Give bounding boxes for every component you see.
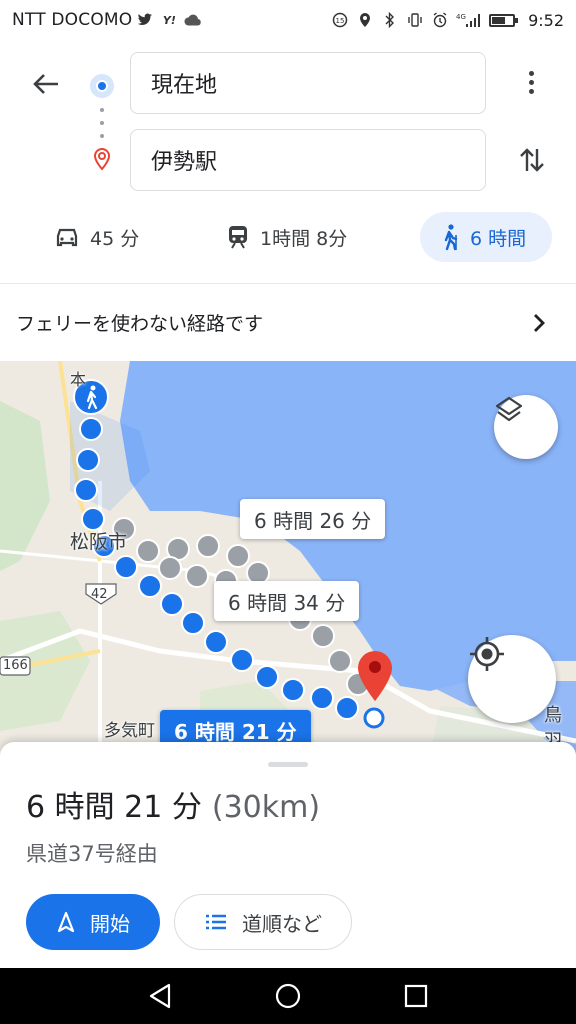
mode-car[interactable]: 45 分: [54, 212, 139, 262]
directions-header: 現在地 伊勢駅 45 分 1時間 8分 6 時間: [0, 40, 576, 285]
more-options-button[interactable]: [516, 62, 546, 102]
twitter-icon: [136, 12, 154, 28]
circle-home-icon: [275, 983, 301, 1009]
location-icon: [356, 12, 374, 28]
map-view[interactable]: 本 松阪市 42 166 多気町 鳥羽 6 時間 26 分 6 時間 34 分 …: [0, 361, 576, 756]
destination-pin-icon: [90, 146, 114, 174]
vibrate-icon: [406, 12, 424, 28]
travel-modes: 45 分 1時間 8分 6 時間: [0, 210, 576, 264]
steps-button-label: 道順など: [242, 911, 322, 936]
start-button[interactable]: 開始: [26, 894, 160, 950]
square-recents-icon: [404, 984, 428, 1008]
route-tag-primary-label: 6 時間 21 分: [174, 719, 297, 744]
route-summary-sheet[interactable]: 6 時間 21 分 (30km) 県道37号経由 開始 道順など: [0, 742, 576, 968]
destination-input[interactable]: 伊勢駅: [130, 129, 486, 191]
map-label-taki: 多気町: [104, 721, 155, 741]
list-icon: [206, 914, 226, 930]
route-duration: 6 時間 21 分 (30km): [26, 782, 320, 826]
route-notice-text: フェリーを使わない経路です: [16, 313, 264, 335]
arrow-back-icon: [33, 74, 58, 94]
route-tag-alt2-label: 6 時間 34 分: [228, 590, 346, 615]
cloud-icon: [184, 12, 202, 28]
mode-car-label: 45 分: [90, 227, 140, 250]
nav-back-button[interactable]: [144, 980, 176, 1012]
system-navigation-bar: [0, 968, 576, 1024]
data-saver-icon: 15: [331, 12, 349, 28]
carrier-name: NTT DOCOMO: [12, 10, 133, 30]
train-icon: [229, 226, 247, 249]
mode-walk-label: 6 時間: [470, 227, 527, 250]
duration-text: 6 時間 21 分: [26, 790, 202, 825]
origin-input[interactable]: 現在地: [130, 52, 486, 114]
sheet-drag-handle[interactable]: [268, 762, 308, 767]
svg-text:15: 15: [336, 17, 345, 25]
car-icon: [56, 228, 78, 247]
swap-vertical-icon: [520, 148, 544, 172]
layers-button[interactable]: [494, 395, 558, 459]
map-label-hon: 本: [70, 370, 87, 389]
svg-text:4G: 4G: [456, 13, 466, 21]
back-button[interactable]: [26, 64, 66, 104]
layers-icon: [495, 396, 523, 422]
yahoo-icon: Y!: [162, 13, 176, 27]
origin-marker-icon: [90, 74, 114, 98]
status-bar: NTT DOCOMO Y! 15 4G 9:52: [0, 0, 576, 40]
triangle-back-icon: [149, 983, 171, 1009]
route-notice[interactable]: フェリーを使わない経路です: [0, 283, 576, 361]
bluetooth-icon: [381, 12, 399, 28]
distance-text: (30km): [211, 790, 321, 825]
navigation-arrow-icon: [57, 911, 75, 933]
route-tag-alt1-label: 6 時間 26 分: [254, 508, 372, 533]
start-button-label: 開始: [90, 911, 130, 936]
swap-button[interactable]: [512, 140, 552, 180]
steps-button[interactable]: 道順など: [174, 894, 352, 950]
clock-time: 9:52: [528, 10, 564, 30]
map-label-matsusaka: 松阪市: [70, 531, 128, 553]
mode-transit[interactable]: 1時間 8分: [226, 212, 347, 262]
signal-icon: 4G: [456, 12, 482, 28]
nav-home-button[interactable]: [272, 980, 304, 1012]
alarm-icon: [431, 12, 449, 28]
route-42-label: 42: [91, 587, 108, 602]
mode-transit-label: 1時間 8分: [260, 227, 348, 250]
route-166-label: 166: [3, 658, 28, 673]
nav-recents-button[interactable]: [400, 980, 432, 1012]
route-tag-alt1[interactable]: 6 時間 26 分: [240, 499, 386, 539]
walking-icon: [444, 224, 458, 251]
chevron-right-icon: [534, 314, 545, 332]
route-tag-alt2[interactable]: 6 時間 34 分: [214, 581, 360, 621]
my-location-button[interactable]: [468, 635, 556, 723]
route-connector: [100, 108, 104, 138]
my-location-icon: [470, 637, 504, 671]
route-via: 県道37号経由: [26, 842, 158, 866]
battery-icon: [489, 13, 519, 27]
mode-walk[interactable]: 6 時間: [420, 212, 552, 262]
